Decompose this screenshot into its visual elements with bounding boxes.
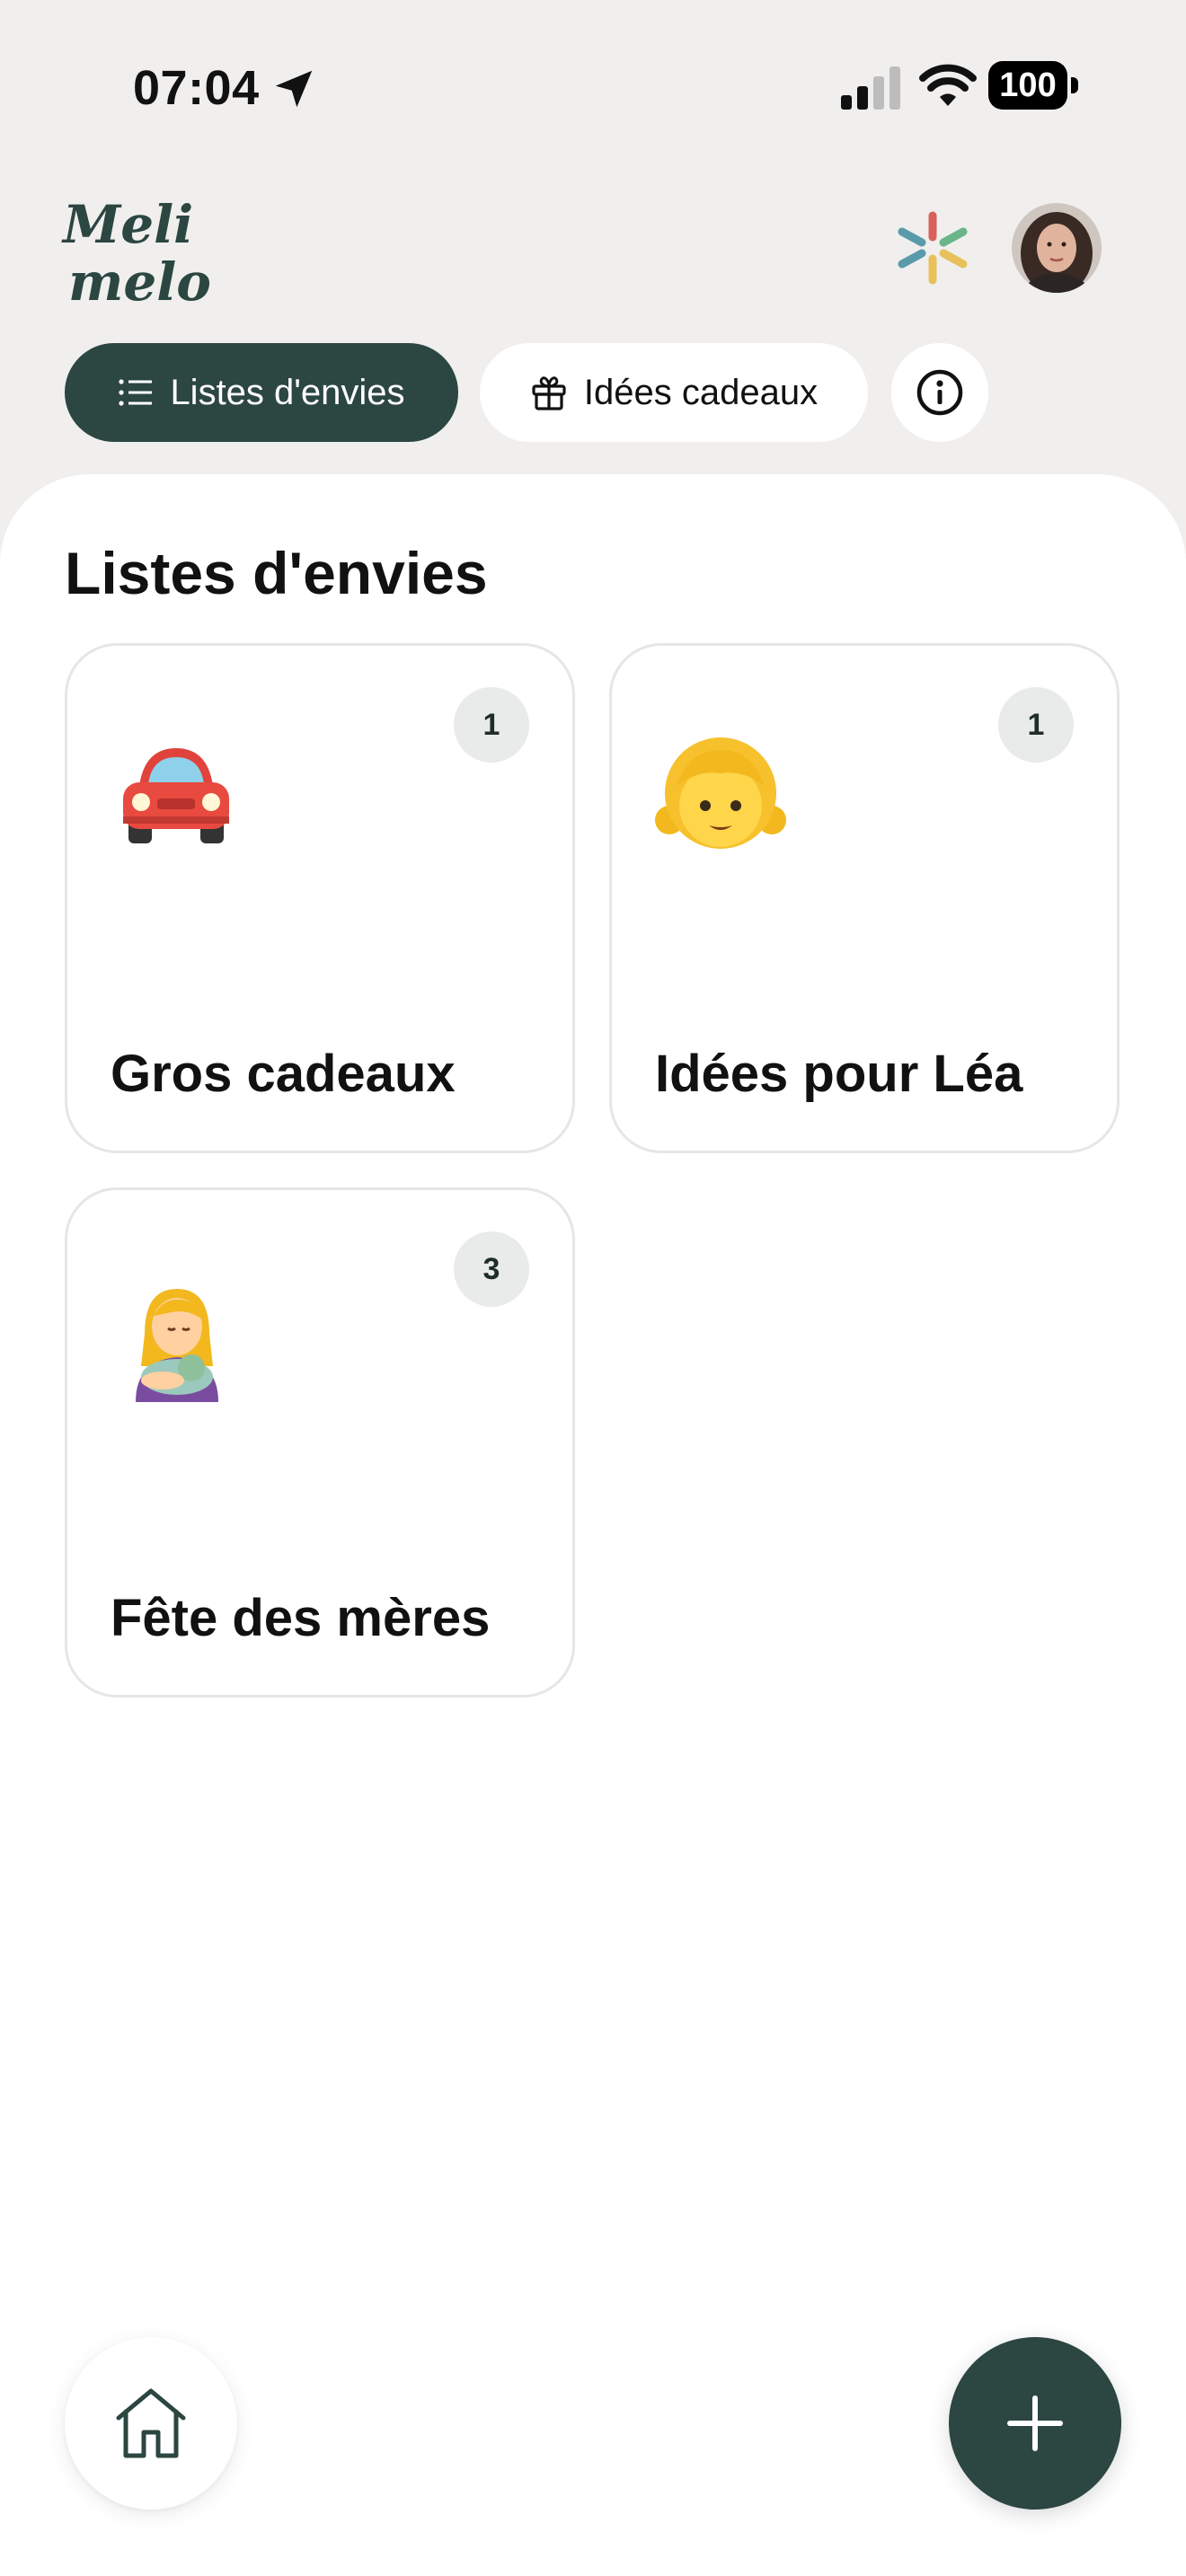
wishlist-card-idees-pour-lea[interactable]: 1 Idées pour Léa — [609, 643, 1120, 1153]
plus-icon — [1007, 2395, 1063, 2451]
wishlist-card-gros-cadeaux[interactable]: 1 Gros cadeaux — [65, 643, 575, 1153]
girl-emoji — [655, 737, 786, 849]
melimelo-logo: Meli melo — [61, 194, 211, 313]
wishlist-card-fete-des-meres[interactable]: 3 Fête des mères — [65, 1187, 575, 1698]
home-icon — [116, 2388, 186, 2458]
list-icon — [119, 379, 153, 406]
item-count-badge: 1 — [454, 687, 529, 763]
tab-gift-ideas[interactable]: Idées cadeaux — [480, 343, 868, 442]
location-arrow-icon — [275, 70, 313, 108]
item-count-badge: 3 — [454, 1231, 529, 1307]
wishlist-title: Idées pour Léa — [655, 1045, 1023, 1103]
wifi-icon — [919, 64, 977, 106]
tab-gift-ideas-label: Idées cadeaux — [583, 372, 819, 412]
tab-wishlists[interactable]: Listes d'envies — [65, 343, 458, 442]
wishlist-title: Gros cadeaux — [111, 1045, 456, 1103]
car-emoji — [123, 748, 229, 843]
info-icon — [916, 369, 963, 416]
page-title: Listes d'envies — [65, 540, 488, 606]
cellular-signal-icon — [841, 66, 900, 110]
add-list-button[interactable] — [949, 2337, 1121, 2510]
status-time: 07:04 — [133, 61, 260, 115]
info-button[interactable] — [891, 343, 988, 442]
battery-icon: 100 — [988, 61, 1078, 111]
wishlist-title: Fête des mères — [111, 1589, 491, 1647]
tab-wishlists-label: Listes d'envies — [170, 372, 405, 412]
battery-level: 100 — [988, 61, 1067, 110]
item-count-badge: 1 — [998, 687, 1074, 763]
sparkle-icon[interactable] — [895, 210, 970, 286]
gift-icon — [532, 376, 566, 410]
logo-line2: melo — [68, 251, 211, 313]
avatar[interactable] — [1012, 203, 1102, 293]
home-button[interactable] — [65, 2337, 237, 2510]
logo-line1: Meli — [61, 194, 193, 255]
breastfeeding-woman-emoji — [136, 1289, 218, 1402]
